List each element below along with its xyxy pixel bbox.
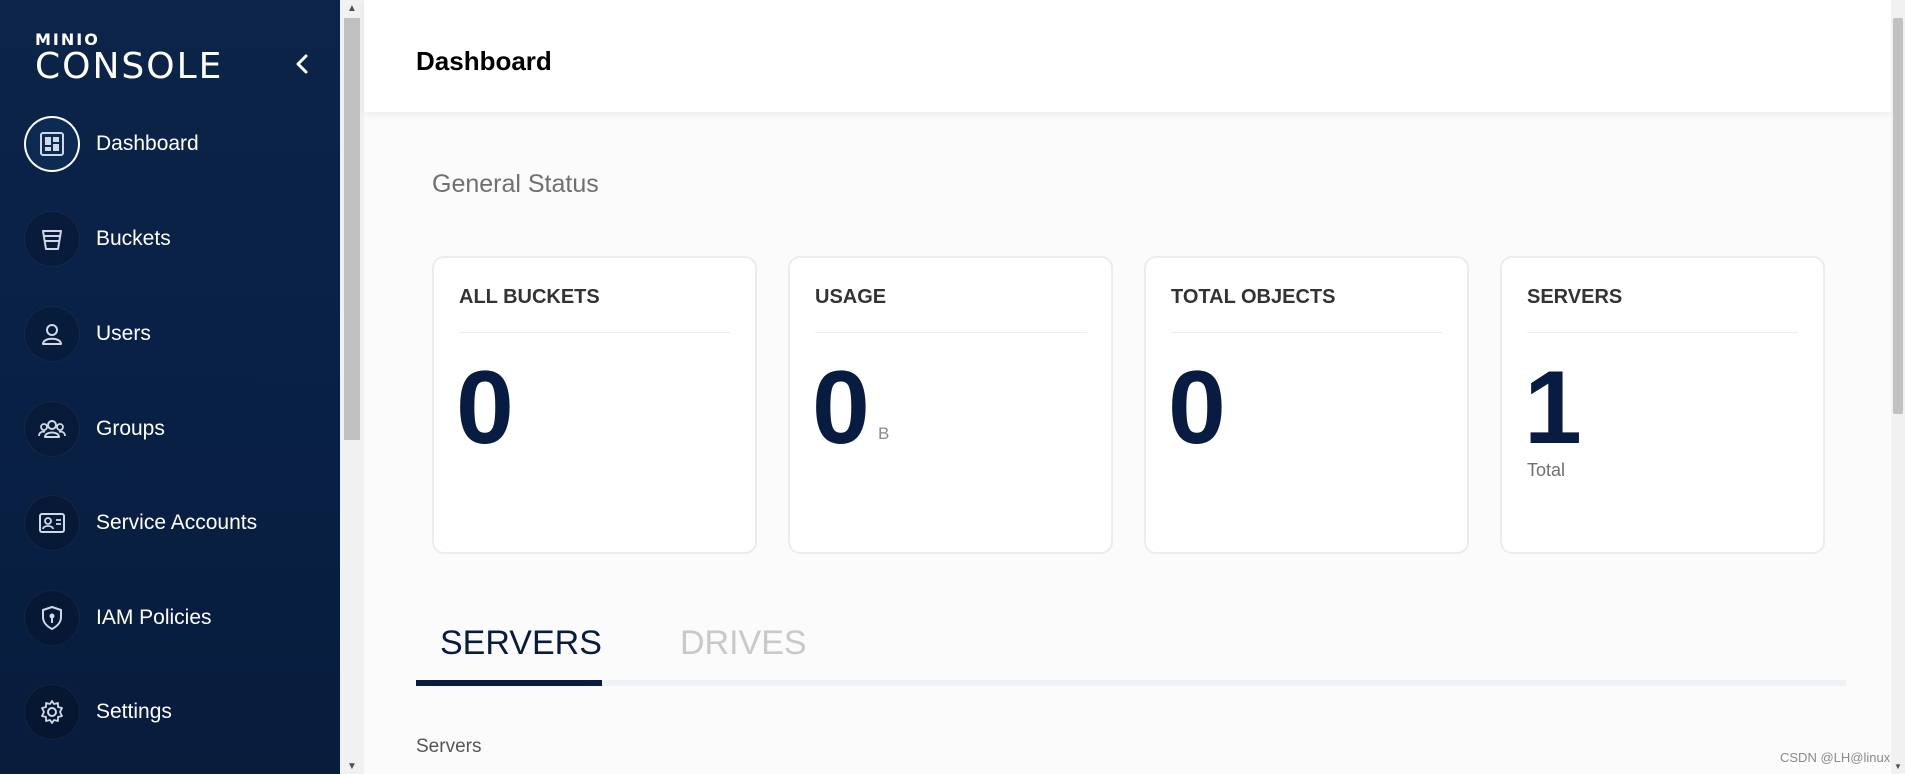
app-root: MINIO CONSOLE Dashboard Buckets Users Gr… <box>0 0 1905 774</box>
card-title: USAGE <box>815 286 887 308</box>
card-title: TOTAL OBJECTS <box>1171 286 1336 308</box>
sidebar-item-groups[interactable]: Groups <box>24 400 324 458</box>
sidebar-item-label: Users <box>96 322 151 345</box>
sidebar-item-label: IAM Policies <box>96 606 212 629</box>
sidebar-item-settings[interactable]: Settings <box>24 683 324 741</box>
scroll-up-arrow-icon[interactable]: ▲ <box>340 0 364 16</box>
groups-icon <box>24 401 80 457</box>
user-icon <box>24 306 80 362</box>
sidebar: MINIO CONSOLE Dashboard Buckets Users Gr… <box>0 0 340 774</box>
tab-active-indicator <box>416 680 602 686</box>
card-value: 0 <box>1168 350 1226 466</box>
card-total-objects: TOTAL OBJECTS 0 <box>1144 256 1469 554</box>
card-divider <box>815 332 1086 333</box>
sidebar-item-buckets[interactable]: Buckets <box>24 210 324 268</box>
brand-large-text: CONSOLE <box>35 46 224 87</box>
main-content: Dashboard General Status ALL BUCKETS 0 U… <box>364 0 1891 774</box>
collapse-sidebar-button[interactable] <box>288 50 316 78</box>
card-value: 1 <box>1524 350 1582 466</box>
servers-section-label: Servers <box>416 736 482 757</box>
card-divider <box>1527 332 1798 333</box>
dashboard-icon <box>24 116 80 172</box>
tabs: SERVERS DRIVES <box>416 624 1846 686</box>
sidebar-item-label: Dashboard <box>96 132 199 155</box>
card-unit: B <box>878 424 890 443</box>
sidebar-item-label: Groups <box>96 417 165 440</box>
card-divider <box>1171 332 1442 333</box>
bucket-icon <box>24 211 80 267</box>
chevron-left-icon <box>296 54 308 74</box>
page-title: Dashboard <box>416 46 552 76</box>
sidebar-scrollbar-thumb[interactable] <box>344 18 360 440</box>
main-scrollbar-thumb[interactable] <box>1893 18 1903 414</box>
sidebar-item-service-accounts[interactable]: Service Accounts <box>24 494 324 552</box>
card-value: 0 <box>812 350 870 466</box>
sidebar-item-label: Service Accounts <box>96 511 258 534</box>
watermark: CSDN @LH@linux <box>1780 750 1891 765</box>
sidebar-item-label: Settings <box>96 700 172 723</box>
tab-servers[interactable]: SERVERS <box>440 624 602 663</box>
card-subtitle: Total <box>1527 460 1566 480</box>
brand-logo[interactable]: MINIO CONSOLE <box>35 32 223 86</box>
card-title: SERVERS <box>1527 286 1623 308</box>
gear-icon <box>24 684 80 740</box>
id-card-icon <box>24 495 80 551</box>
tab-drives[interactable]: DRIVES <box>680 624 807 663</box>
sidebar-item-dashboard[interactable]: Dashboard <box>24 115 324 173</box>
sidebar-scrollbar[interactable]: ▲ ▼ <box>340 0 364 774</box>
tab-track <box>416 680 1846 686</box>
shield-icon <box>24 590 80 646</box>
scroll-down-arrow-icon[interactable]: ▼ <box>1891 758 1905 774</box>
scroll-down-arrow-icon[interactable]: ▼ <box>340 758 364 774</box>
card-servers: SERVERS 1 Total <box>1500 256 1825 554</box>
card-all-buckets: ALL BUCKETS 0 <box>432 256 757 554</box>
page-header: Dashboard <box>364 0 1891 112</box>
section-title: General Status <box>432 170 599 198</box>
sidebar-item-iam-policies[interactable]: IAM Policies <box>24 589 324 647</box>
card-divider <box>459 332 730 333</box>
card-usage: USAGE 0 B <box>788 256 1113 554</box>
card-value: 0 <box>456 350 514 466</box>
main-scrollbar[interactable]: ▼ <box>1891 0 1905 774</box>
card-title: ALL BUCKETS <box>459 286 600 308</box>
sidebar-item-users[interactable]: Users <box>24 305 324 363</box>
sidebar-item-label: Buckets <box>96 227 171 250</box>
